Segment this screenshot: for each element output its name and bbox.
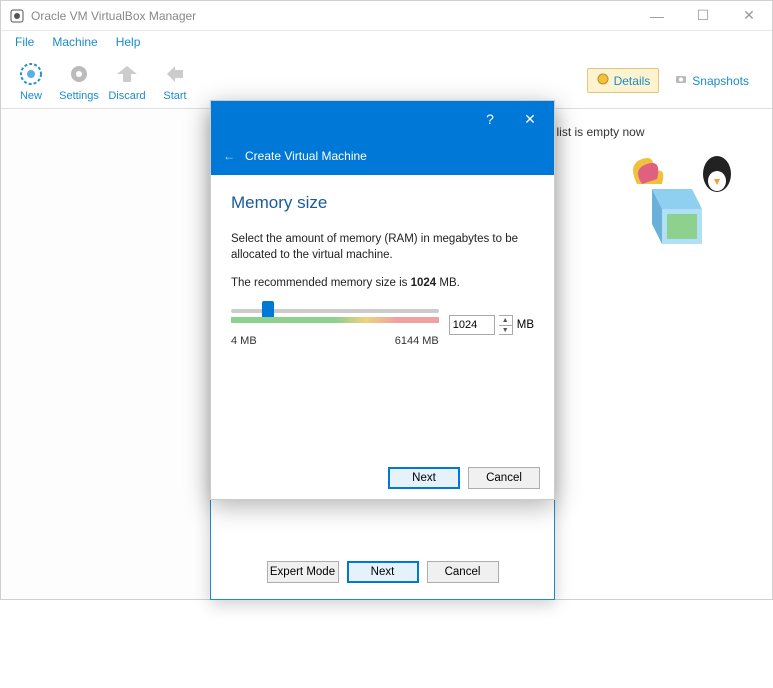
start-button[interactable]: Start (151, 60, 199, 102)
dialog-help-button[interactable]: ? (470, 101, 510, 137)
dialog-close-button[interactable]: ✕ (510, 101, 550, 137)
back-cancel-button[interactable]: Cancel (427, 561, 499, 583)
menu-machine[interactable]: Machine (44, 33, 105, 51)
slider-max-label: 6144 MB (395, 335, 439, 347)
snapshots-label: Snapshots (692, 74, 749, 88)
close-button[interactable]: ✕ (726, 1, 772, 31)
settings-label: Settings (59, 90, 99, 102)
details-label: Details (614, 74, 651, 88)
spin-down[interactable]: ▼ (499, 326, 512, 335)
snapshots-button[interactable]: Snapshots (665, 68, 758, 93)
start-label: Start (163, 90, 186, 102)
dialog-titlebar: ? ✕ (211, 101, 554, 137)
memory-unit: MB (517, 319, 534, 331)
titlebar: Oracle VM VirtualBox Manager — ☐ ✕ (1, 1, 772, 31)
memory-size-dialog: ? ✕ ← Create Virtual Machine Memory size… (210, 100, 555, 500)
details-icon (596, 72, 610, 89)
next-button[interactable]: Next (388, 467, 460, 489)
app-icon (9, 8, 25, 24)
dialog-recommendation: The recommended memory size is 1024 MB. (231, 275, 534, 291)
slider-thumb[interactable] (262, 301, 274, 317)
camera-icon (674, 72, 688, 89)
memory-input[interactable] (449, 315, 495, 335)
back-next-button[interactable]: Next (347, 561, 419, 583)
discard-label: Discard (108, 90, 145, 102)
discard-button[interactable]: Discard (103, 60, 151, 102)
discard-icon (113, 60, 141, 88)
new-label: New (20, 90, 42, 102)
start-icon (161, 60, 189, 88)
expert-mode-button[interactable]: Expert Mode (267, 561, 339, 583)
gear-icon (65, 60, 93, 88)
new-icon (17, 60, 45, 88)
memory-spinner[interactable]: ▲▼ (499, 315, 513, 335)
dialog-description: Select the amount of memory (RAM) in meg… (231, 231, 534, 263)
dialog-header: ← Create Virtual Machine (211, 137, 554, 175)
new-button[interactable]: New (7, 60, 55, 102)
back-arrow-icon[interactable]: ← (223, 149, 235, 163)
menu-file[interactable]: File (7, 33, 42, 51)
menubar: File Machine Help (1, 31, 772, 53)
window-title: Oracle VM VirtualBox Manager (31, 9, 634, 23)
memory-slider[interactable] (231, 303, 439, 333)
maximize-button[interactable]: ☐ (680, 1, 726, 31)
dialog-title: Create Virtual Machine (245, 149, 367, 163)
dialog-heading: Memory size (231, 193, 534, 213)
slider-min-label: 4 MB (231, 335, 257, 347)
virtualbox-logo (612, 149, 742, 259)
spin-up[interactable]: ▲ (499, 316, 512, 326)
vm-list (1, 109, 211, 599)
menu-help[interactable]: Help (108, 33, 149, 51)
settings-button[interactable]: Settings (55, 60, 103, 102)
details-button[interactable]: Details (587, 68, 660, 93)
minimize-button[interactable]: — (634, 1, 680, 31)
cancel-button[interactable]: Cancel (468, 467, 540, 489)
